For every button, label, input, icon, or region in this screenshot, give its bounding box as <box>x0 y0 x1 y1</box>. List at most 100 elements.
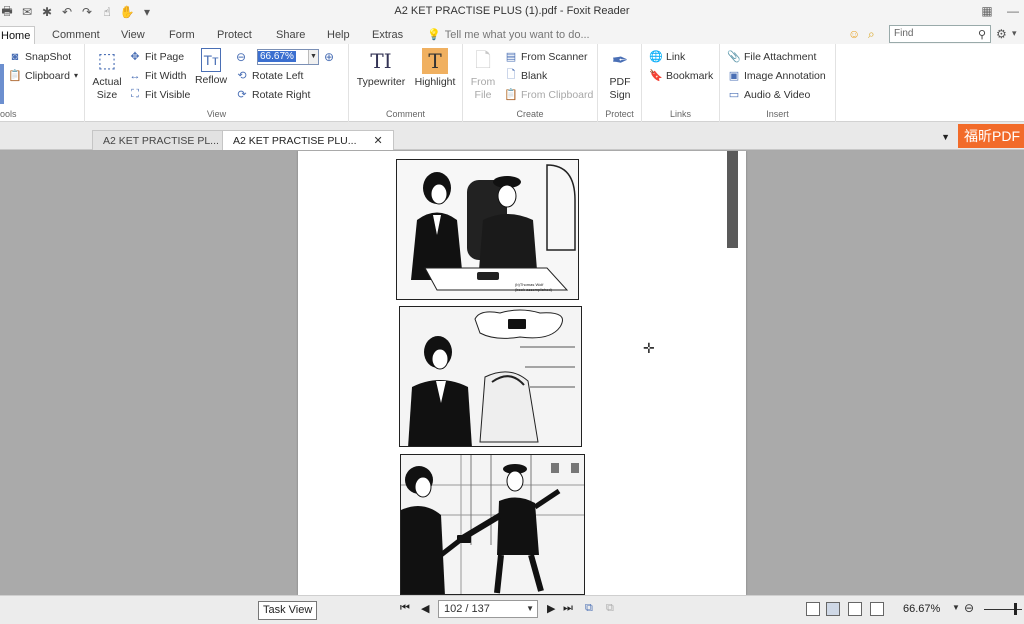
smiley-icon[interactable]: ☺ <box>848 27 860 41</box>
tab-share[interactable]: Share <box>272 26 309 44</box>
close-icon[interactable]: ✕ <box>373 135 382 147</box>
links-group: 🌐 Link 🔖 Bookmark Links <box>642 44 720 122</box>
rotate-left-button[interactable]: ⟲ Rotate Left <box>236 67 303 84</box>
tools-group: ◙ SnapShot 📋 Clipboard ▾ ools <box>0 44 85 122</box>
view-group: ⬚ Actual Size ✥ Fit Page ↔ Fit Width ⛶ F… <box>85 44 349 122</box>
globe-icon: 🌐 <box>649 51 663 63</box>
file-icon: 🗋 <box>474 49 492 72</box>
next-page-icon[interactable]: ▶ <box>547 602 555 615</box>
tab-help[interactable]: Help <box>323 26 354 44</box>
layout-icon[interactable]: ▦ <box>978 3 996 19</box>
continuous-view-icon[interactable] <box>826 602 840 616</box>
tools-group-label: ools <box>0 109 17 119</box>
tab-extras[interactable]: Extras <box>368 26 407 44</box>
minimize-button[interactable]: — <box>1004 3 1022 19</box>
find-input[interactable]: Find ⚲ <box>889 25 991 43</box>
chevron-down-icon: ▾ <box>73 71 78 80</box>
pen-icon: ✒ <box>611 49 629 72</box>
tell-me-search[interactable]: 💡 Tell me what you want to do... <box>427 26 590 44</box>
insert-group: 📎 File Attachment ▣ Image Annotation ▭ A… <box>720 44 836 122</box>
pdf-sign-button[interactable]: ✒ PDF Sign <box>604 48 636 102</box>
returning-phone-illustration <box>401 455 584 594</box>
bookmark-button[interactable]: 🔖 Bookmark <box>649 67 713 84</box>
zoom-slider[interactable] <box>984 603 1022 615</box>
rotate-right-button[interactable]: ⟳ Rotate Right <box>236 86 310 103</box>
page-number-input[interactable]: 102 / 137 ▼ <box>438 600 538 618</box>
clipboard-icon: 📋 <box>504 89 518 101</box>
single-page-view-icon[interactable] <box>806 602 820 616</box>
continuous-facing-view-icon[interactable] <box>870 602 884 616</box>
insert-group-label: Insert <box>766 109 789 119</box>
next-view-icon[interactable]: ⧉ <box>606 602 614 615</box>
clipboard-button[interactable]: 📋 Clipboard ▾ <box>8 67 78 84</box>
video-icon: ▭ <box>728 89 740 101</box>
facing-view-icon[interactable] <box>848 602 862 616</box>
highlight-button[interactable]: T Highlight <box>411 48 459 89</box>
menu-bar: Home Comment View Form Protect Share Hel… <box>0 24 1024 44</box>
fit-width-icon: ↔ <box>129 69 141 82</box>
zoom-select[interactable]: 66.67% ▼ <box>257 49 319 65</box>
tab-comment[interactable]: Comment <box>48 26 104 44</box>
pdf-page: (b)Thomas Wolf (book accomplished) <box>298 151 746 595</box>
document-tab[interactable]: A2 KET PRACTISE PL... <box>92 130 230 150</box>
folder-search-icon[interactable]: ⌕ <box>868 27 875 42</box>
chevron-down-icon[interactable]: ▾ <box>1012 28 1017 39</box>
previous-page-icon[interactable]: ◀ <box>421 602 429 615</box>
comic-panel-worried <box>399 306 582 447</box>
tab-list-dropdown-icon[interactable]: ▼ <box>941 132 950 142</box>
fit-width-button[interactable]: ↔ Fit Width <box>129 67 187 84</box>
tab-protect[interactable]: Protect <box>213 26 256 44</box>
reflow-button[interactable]: Tт Reflow <box>193 48 229 87</box>
tab-home[interactable]: Home <box>0 26 36 44</box>
last-page-icon[interactable]: ⏭ <box>563 602 573 615</box>
fit-visible-button[interactable]: ⛶ Fit Visible <box>129 86 190 103</box>
comic-panel-returning-phone <box>400 454 585 595</box>
actual-size-button[interactable]: ⬚ Actual Size <box>91 48 123 102</box>
file-attachment-button[interactable]: 📎 File Attachment <box>727 48 816 65</box>
reflow-icon: Tт <box>201 48 221 72</box>
link-button[interactable]: 🌐 Link <box>649 48 685 65</box>
previous-view-icon[interactable]: ⧉ <box>585 602 593 615</box>
blank-button[interactable]: 🗋 Blank <box>505 67 548 84</box>
protect-group: ✒ PDF Sign Protect <box>598 44 642 122</box>
clipboard-icon: 📋 <box>8 70 22 82</box>
from-scanner-button[interactable]: ▤ From Scanner <box>505 48 588 65</box>
rotate-right-icon: ⟳ <box>237 89 247 101</box>
create-group-label: Create <box>516 109 544 119</box>
tab-form[interactable]: Form <box>165 26 199 44</box>
settings-icon[interactable]: ⚙ <box>996 27 1007 41</box>
comment-group: TI Typewriter T Highlight Comment <box>349 44 463 122</box>
task-view-tooltip: Task View <box>258 601 318 620</box>
image-annotation-button[interactable]: ▣ Image Annotation <box>728 67 826 84</box>
train-illustration <box>397 160 578 299</box>
create-group: 🗋 From File ▤ From Scanner 🗋 Blank 📋 Fro… <box>463 44 598 122</box>
search-icon[interactable]: ⚲ <box>978 27 986 43</box>
foxit-brand-banner[interactable]: 福昕PDF <box>958 124 1024 148</box>
lightbulb-icon: 💡 <box>427 29 441 41</box>
document-viewport[interactable]: (b)Thomas Wolf (book accomplished) ✛ <box>0 151 1024 595</box>
links-group-label: Links <box>669 109 691 119</box>
page-scrollbar-thumb[interactable] <box>727 151 738 248</box>
typewriter-icon: TI <box>370 48 392 73</box>
from-file-button[interactable]: 🗋 From File <box>469 48 497 102</box>
chevron-down-icon[interactable]: ▼ <box>952 603 960 612</box>
zoom-out-icon[interactable]: ⊖ <box>964 601 974 615</box>
comic-panel-train: (b)Thomas Wolf (book accomplished) <box>396 159 579 300</box>
document-tab-active[interactable]: A2 KET PRACTISE PLU... ✕ <box>222 130 394 150</box>
snapshot-button[interactable]: ◙ SnapShot <box>9 48 71 65</box>
zoom-in-icon[interactable]: ⊕ <box>324 50 334 64</box>
chevron-down-icon[interactable]: ▼ <box>526 601 534 617</box>
zoom-level[interactable]: 66.67% <box>903 603 940 615</box>
chevron-down-icon[interactable]: ▼ <box>308 50 318 64</box>
first-page-icon[interactable]: ⏮ <box>400 602 410 615</box>
zoom-slider-knob[interactable] <box>1014 603 1017 615</box>
from-clipboard-button[interactable]: 📋 From Clipboard <box>504 86 593 103</box>
audio-video-button[interactable]: ▭ Audio & Video <box>728 86 811 103</box>
status-bar: Task View ⏮ ◀ 102 / 137 ▼ ▶ ⏭ ⧉ ⧉ 66.67%… <box>0 595 1024 624</box>
camera-icon: ◙ <box>11 50 19 63</box>
tab-view[interactable]: View <box>117 26 149 44</box>
highlight-icon: T <box>422 48 448 74</box>
typewriter-button[interactable]: TI Typewriter <box>355 48 407 89</box>
zoom-out-icon[interactable]: ⊖ <box>236 50 246 64</box>
fit-page-button[interactable]: ✥ Fit Page <box>129 48 184 65</box>
